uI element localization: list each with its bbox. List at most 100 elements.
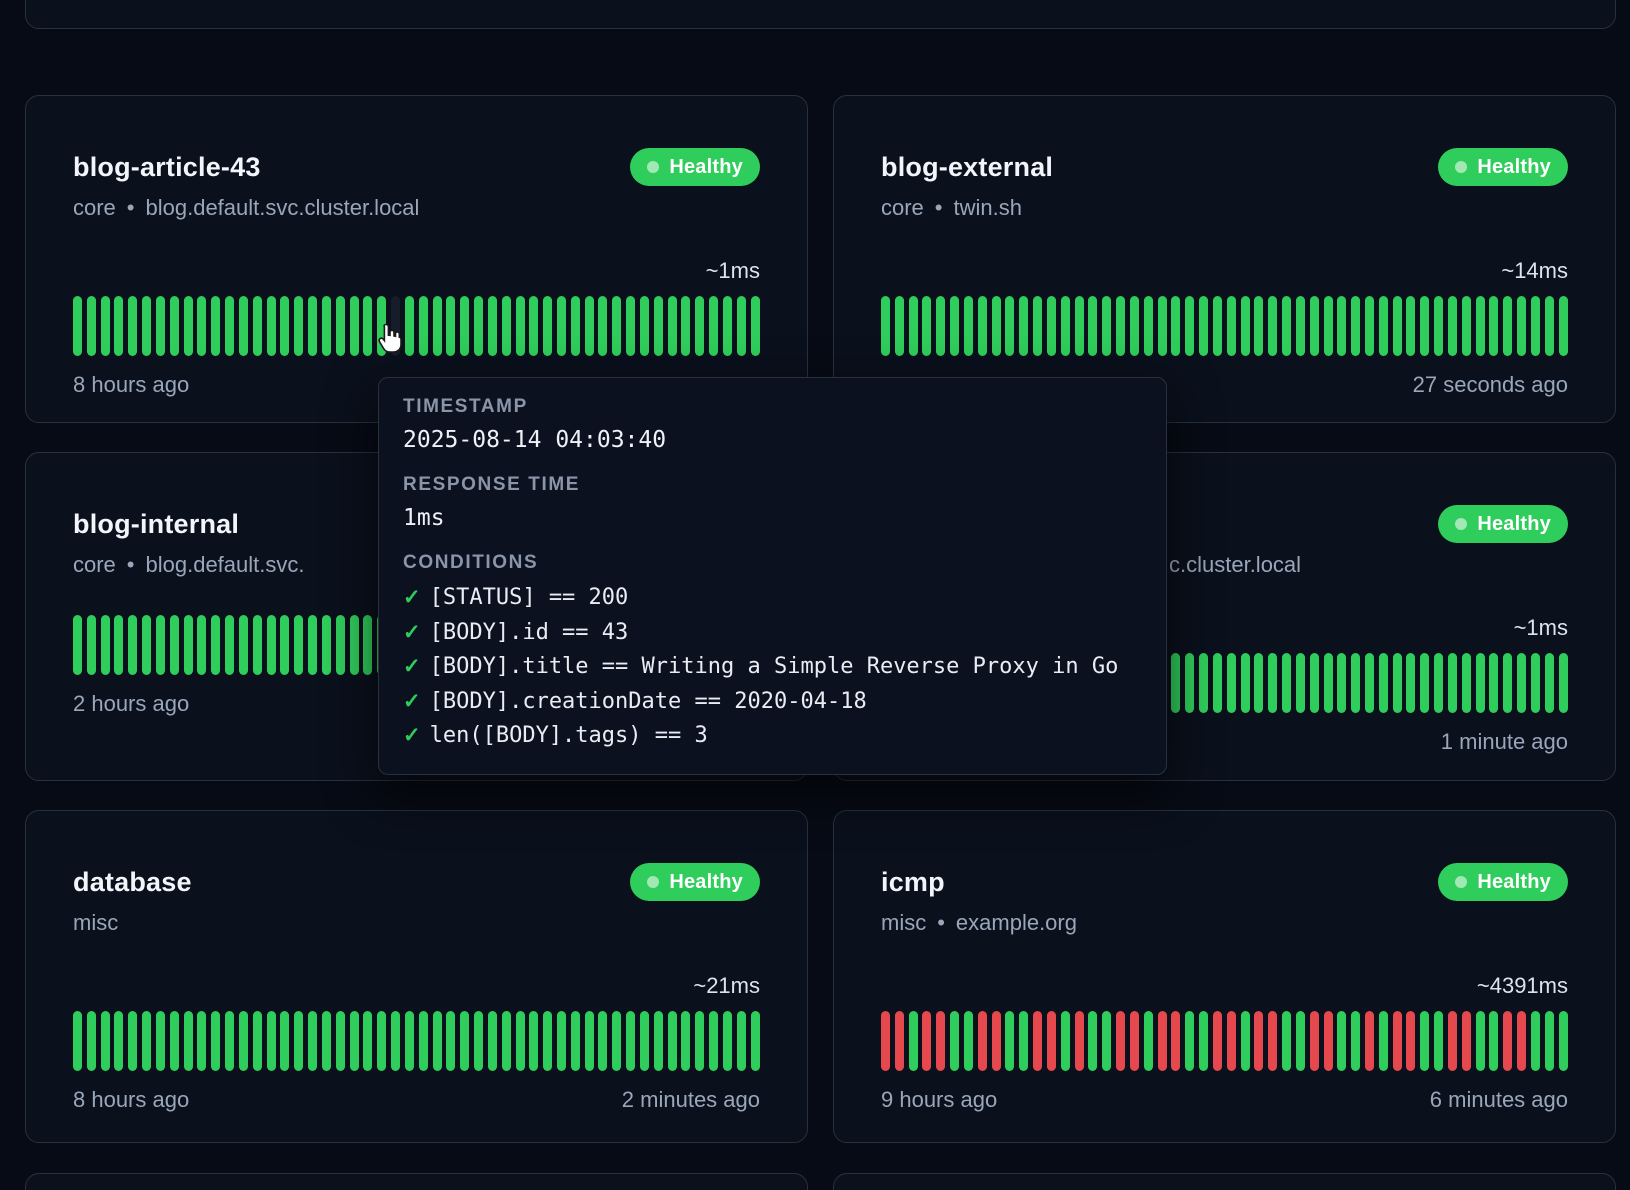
uptime-bar[interactable] <box>336 615 345 675</box>
uptime-bar[interactable] <box>1531 1011 1540 1071</box>
uptime-bar[interactable] <box>1296 1011 1305 1071</box>
uptime-bar[interactable] <box>1351 1011 1360 1071</box>
uptime-bar[interactable] <box>516 1011 525 1071</box>
uptime-bar[interactable] <box>1254 1011 1263 1071</box>
uptime-bar[interactable] <box>1337 296 1346 356</box>
uptime-bar[interactable] <box>1075 1011 1084 1071</box>
uptime-bar[interactable] <box>267 296 276 356</box>
uptime-bar[interactable] <box>695 1011 704 1071</box>
uptime-bar[interactable] <box>1075 296 1084 356</box>
uptime-bar[interactable] <box>1130 296 1139 356</box>
uptime-bar[interactable] <box>350 615 359 675</box>
uptime-bar[interactable] <box>964 1011 973 1071</box>
uptime-bar[interactable] <box>1448 1011 1457 1071</box>
uptime-bar[interactable] <box>128 296 137 356</box>
uptime-bar[interactable] <box>1531 296 1540 356</box>
uptime-bar[interactable] <box>170 1011 179 1071</box>
uptime-bar[interactable] <box>197 296 206 356</box>
uptime-bar[interactable] <box>419 296 428 356</box>
uptime-bar[interactable] <box>184 296 193 356</box>
uptime-bar[interactable] <box>322 1011 331 1071</box>
uptime-bar[interactable] <box>363 1011 372 1071</box>
uptime-bar[interactable] <box>128 615 137 675</box>
uptime-bar[interactable] <box>1503 1011 1512 1071</box>
uptime-bar[interactable] <box>142 615 151 675</box>
uptime-bar[interactable] <box>87 615 96 675</box>
uptime-bar[interactable] <box>1254 296 1263 356</box>
uptime-bar[interactable] <box>1158 296 1167 356</box>
uptime-bar[interactable] <box>170 296 179 356</box>
uptime-bar[interactable] <box>1379 1011 1388 1071</box>
uptime-bar[interactable] <box>253 296 262 356</box>
uptime-bar[interactable] <box>1227 1011 1236 1071</box>
uptime-bar[interactable] <box>1088 1011 1097 1071</box>
uptime-bar[interactable] <box>1171 1011 1180 1071</box>
uptime-bar[interactable] <box>225 296 234 356</box>
uptime-bar[interactable] <box>654 1011 663 1071</box>
uptime-bar[interactable] <box>585 1011 594 1071</box>
uptime-bar[interactable] <box>737 1011 746 1071</box>
uptime-bar[interactable] <box>1241 1011 1250 1071</box>
uptime-bar[interactable] <box>170 615 179 675</box>
uptime-bar[interactable] <box>294 615 303 675</box>
uptime-bar[interactable] <box>1434 296 1443 356</box>
uptime-bar[interactable] <box>419 1011 428 1071</box>
uptime-bar[interactable] <box>1448 653 1457 713</box>
uptime-bar[interactable] <box>1005 1011 1014 1071</box>
uptime-bar[interactable] <box>211 296 220 356</box>
uptime-bar[interactable] <box>695 296 704 356</box>
uptime-bar[interactable] <box>1337 1011 1346 1071</box>
uptime-bar[interactable] <box>1310 1011 1319 1071</box>
endpoint-card[interactable]: blog-article-43 Healthy core • blog.defa… <box>25 95 808 423</box>
uptime-bar[interactable] <box>1047 1011 1056 1071</box>
uptime-bar[interactable] <box>598 296 607 356</box>
uptime-bar[interactable] <box>336 1011 345 1071</box>
uptime-bar[interactable] <box>128 1011 137 1071</box>
uptime-bar[interactable] <box>723 296 732 356</box>
uptime-bar[interactable] <box>992 1011 1001 1071</box>
uptime-bar[interactable] <box>1517 296 1526 356</box>
uptime-bar[interactable] <box>681 296 690 356</box>
uptime-bar[interactable] <box>1282 1011 1291 1071</box>
uptime-bar[interactable] <box>1476 296 1485 356</box>
uptime-bar[interactable] <box>1476 1011 1485 1071</box>
uptime-bar[interactable] <box>881 296 890 356</box>
endpoint-card[interactable]: blog-external Healthy core • twin.sh ~14… <box>833 95 1616 423</box>
uptime-bar[interactable] <box>598 1011 607 1071</box>
uptime-bar[interactable] <box>1448 296 1457 356</box>
uptime-bar[interactable] <box>1005 296 1014 356</box>
uptime-bar[interactable] <box>964 296 973 356</box>
uptime-bar[interactable] <box>1393 653 1402 713</box>
uptime-bar[interactable] <box>142 1011 151 1071</box>
uptime-bar[interactable] <box>87 1011 96 1071</box>
uptime-bar[interactable] <box>322 296 331 356</box>
uptime-bar[interactable] <box>1503 296 1512 356</box>
uptime-bar[interactable] <box>922 1011 931 1071</box>
uptime-bar[interactable] <box>405 1011 414 1071</box>
uptime-bar[interactable] <box>709 1011 718 1071</box>
uptime-bar[interactable] <box>336 296 345 356</box>
uptime-bar[interactable] <box>1213 653 1222 713</box>
uptime-bar[interactable] <box>751 296 760 356</box>
uptime-bar[interactable] <box>1351 296 1360 356</box>
uptime-bar[interactable] <box>239 296 248 356</box>
uptime-bar[interactable] <box>156 296 165 356</box>
uptime-bar[interactable] <box>1282 653 1291 713</box>
uptime-bar[interactable] <box>1517 653 1526 713</box>
uptime-bar[interactable] <box>978 1011 987 1071</box>
uptime-bar[interactable] <box>978 296 987 356</box>
uptime-bar[interactable] <box>1337 653 1346 713</box>
uptime-bar[interactable] <box>101 296 110 356</box>
uptime-bar[interactable] <box>460 1011 469 1071</box>
uptime-bar[interactable] <box>280 615 289 675</box>
uptime-bar[interactable] <box>253 615 262 675</box>
uptime-bar[interactable] <box>350 1011 359 1071</box>
uptime-bar[interactable] <box>1489 653 1498 713</box>
uptime-bar[interactable] <box>1559 1011 1568 1071</box>
uptime-bar[interactable] <box>211 1011 220 1071</box>
uptime-bar[interactable] <box>895 1011 904 1071</box>
uptime-bar[interactable] <box>1462 1011 1471 1071</box>
uptime-bar[interactable] <box>1047 296 1056 356</box>
uptime-bar[interactable] <box>626 296 635 356</box>
uptime-bar[interactable] <box>405 296 414 356</box>
